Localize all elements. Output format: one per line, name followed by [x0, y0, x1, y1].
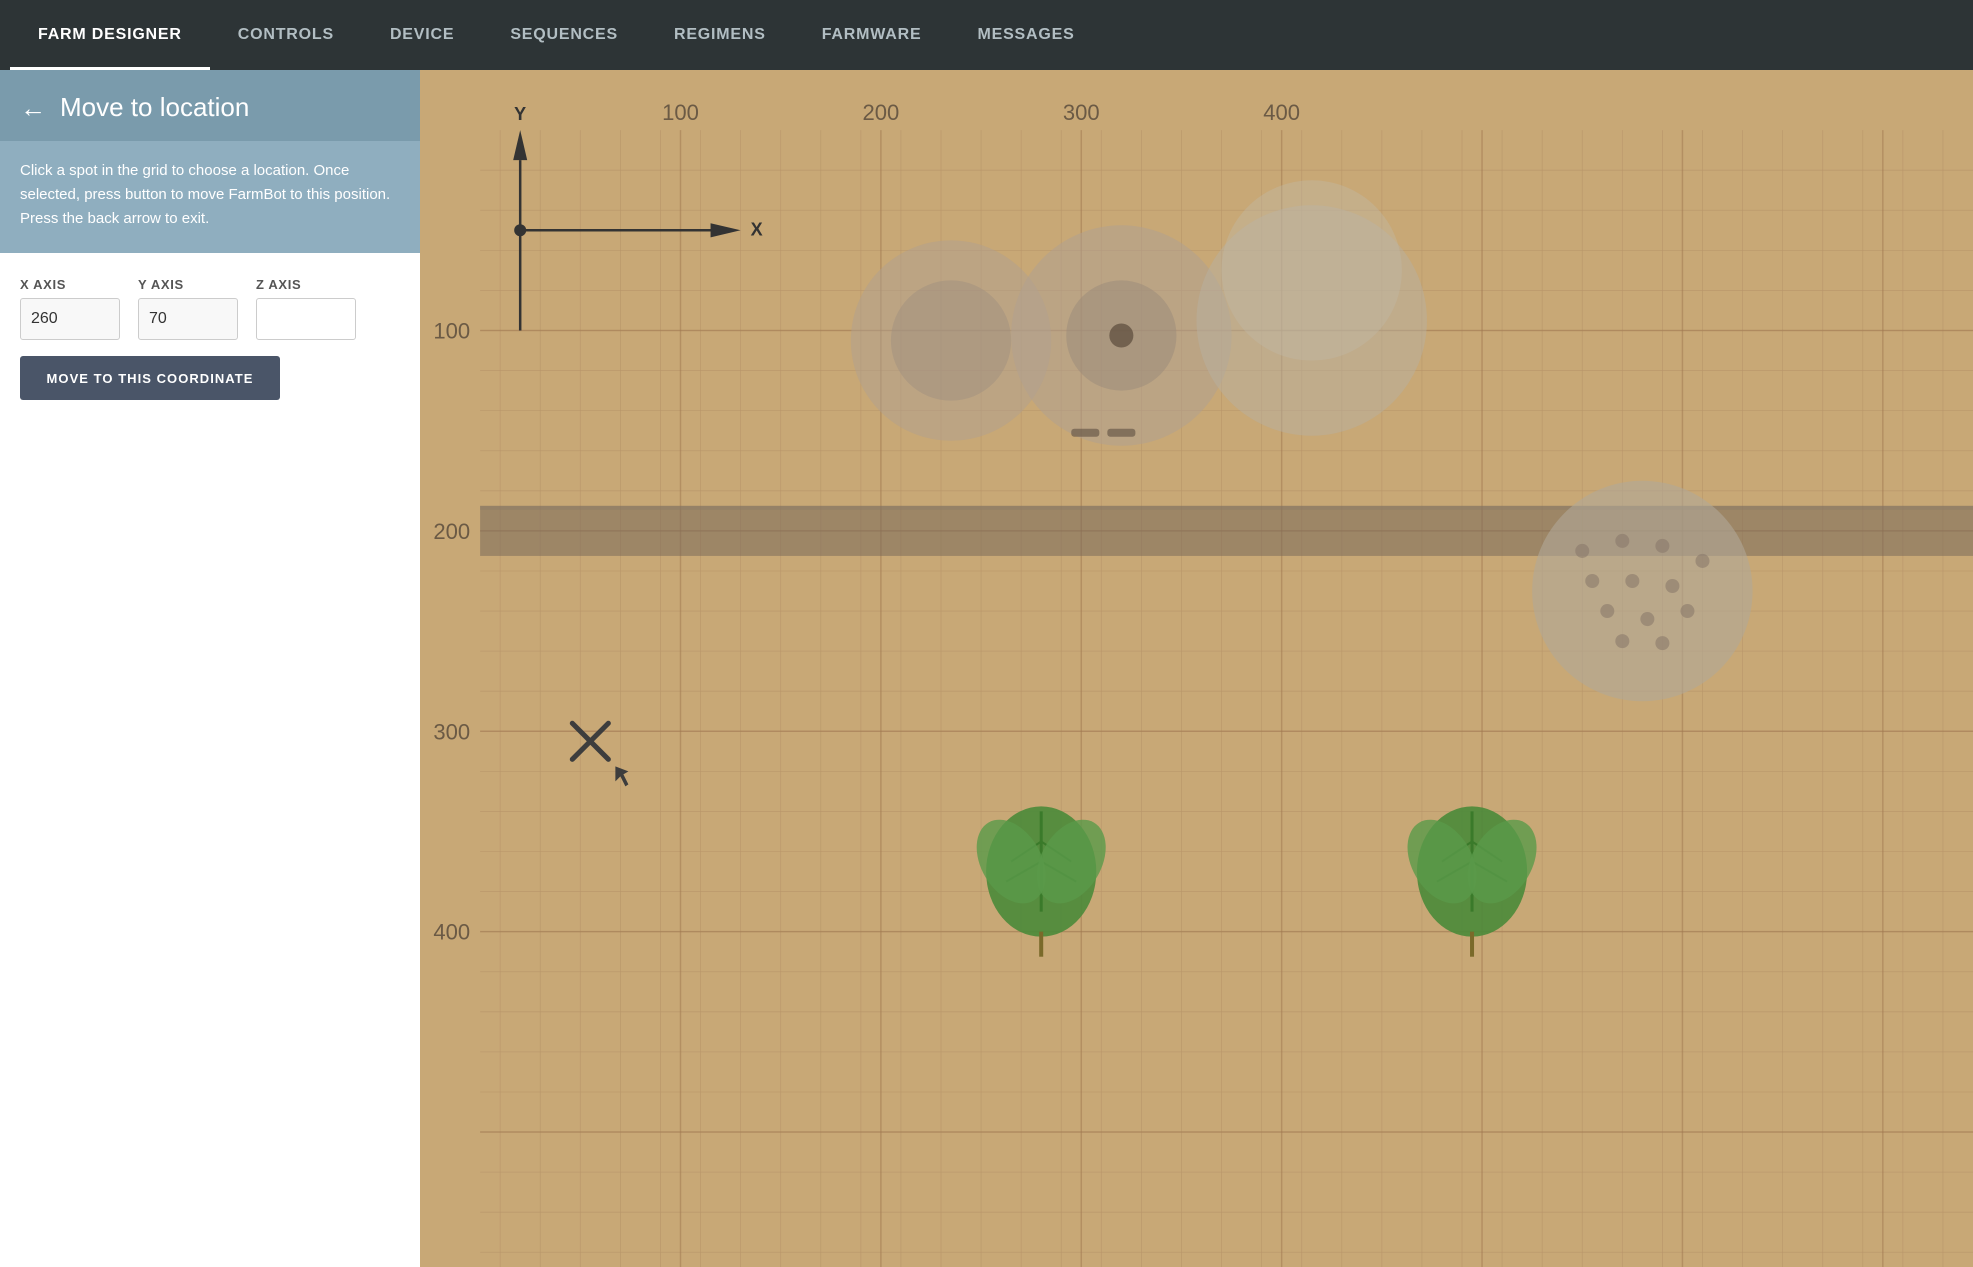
y-axis-label: Y AXIS [138, 277, 238, 292]
main-layout: ← Move to location Click a spot in the g… [0, 70, 1973, 1267]
nav-item-farm-designer[interactable]: FARM DESIGNER [10, 0, 210, 70]
axis-section: X AXIS Y AXIS Z AXIS [0, 253, 420, 356]
axis-row: X AXIS Y AXIS Z AXIS [20, 277, 400, 340]
svg-text:100: 100 [433, 319, 470, 344]
svg-text:X: X [751, 219, 763, 239]
z-axis-label: Z AXIS [256, 277, 356, 292]
y-axis-group: Y AXIS [138, 277, 238, 340]
z-axis-input[interactable] [256, 298, 356, 340]
nav-item-controls[interactable]: CONTROLS [210, 0, 362, 70]
svg-text:Y: Y [514, 104, 526, 124]
move-to-coordinate-button[interactable]: MOVE TO THIS COORDINATE [20, 356, 280, 400]
farm-grid: 100 200 300 400 100 200 300 400 Y X [420, 70, 1973, 1267]
z-axis-group: Z AXIS [256, 277, 356, 340]
nav-bar: FARM DESIGNERCONTROLSDEVICESEQUENCESREGI… [0, 0, 1973, 70]
svg-text:200: 200 [433, 519, 470, 544]
move-btn-row: MOVE TO THIS COORDINATE [0, 356, 420, 420]
svg-text:300: 300 [433, 719, 470, 744]
left-panel: ← Move to location Click a spot in the g… [0, 70, 420, 1267]
svg-text:400: 400 [1263, 100, 1300, 125]
nav-item-sequences[interactable]: SEQUENCES [482, 0, 646, 70]
panel-title: Move to location [60, 92, 249, 123]
x-axis-label: X AXIS [20, 277, 120, 292]
svg-text:100: 100 [662, 100, 699, 125]
back-button[interactable]: ← [20, 95, 46, 121]
panel-description: Click a spot in the grid to choose a loc… [0, 141, 420, 253]
nav-item-device[interactable]: DEVICE [362, 0, 482, 70]
nav-item-messages[interactable]: MESSAGES [949, 0, 1102, 70]
farm-map[interactable]: 100 200 300 400 100 200 300 400 Y X [420, 70, 1973, 1267]
svg-text:400: 400 [433, 920, 470, 945]
nav-item-regimens[interactable]: REGIMENS [646, 0, 794, 70]
nav-item-farmware[interactable]: FARMWARE [794, 0, 950, 70]
x-axis-input[interactable] [20, 298, 120, 340]
svg-text:200: 200 [863, 100, 900, 125]
y-axis-input[interactable] [138, 298, 238, 340]
svg-text:300: 300 [1063, 100, 1100, 125]
x-axis-group: X AXIS [20, 277, 120, 340]
panel-header: ← Move to location [0, 70, 420, 141]
